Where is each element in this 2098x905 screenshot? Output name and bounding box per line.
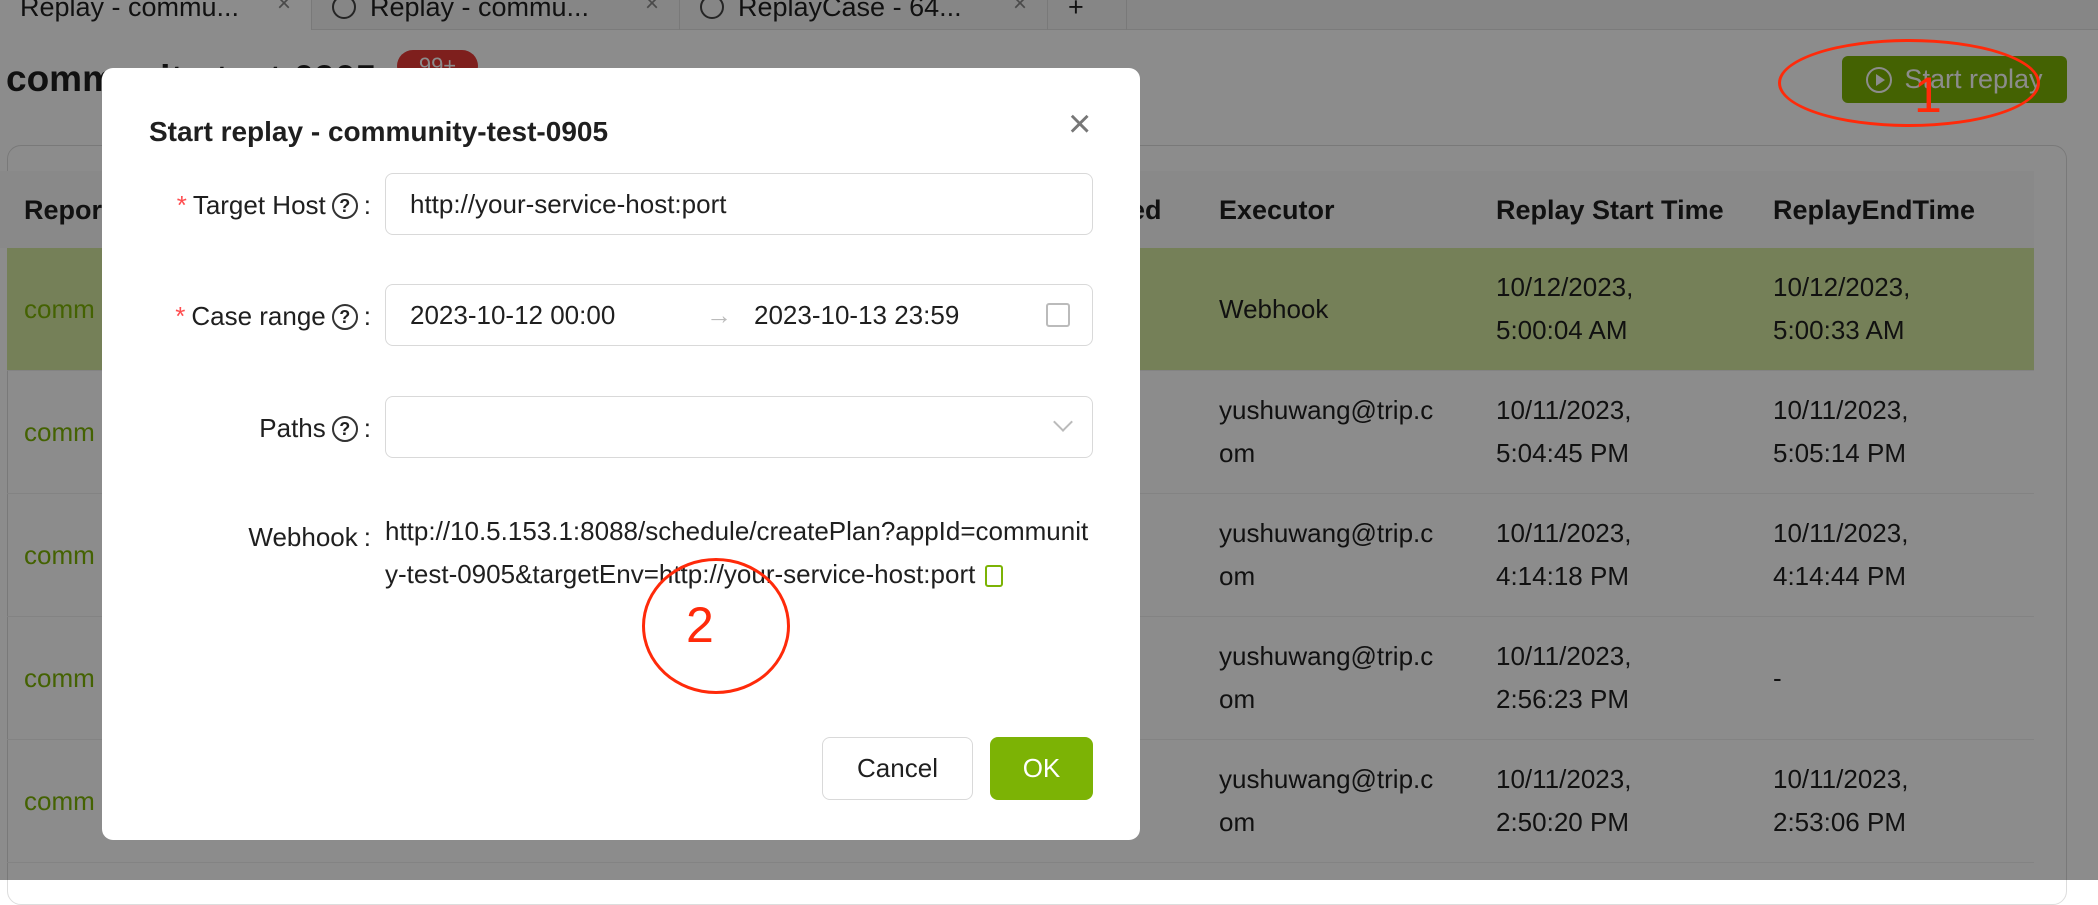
calendar-icon — [1046, 303, 1070, 327]
dialog-title: Start replay - community-test-0905 — [149, 116, 609, 147]
case-range-picker[interactable]: 2023-10-12 00:00 → 2023-10-13 23:59 — [385, 284, 1093, 346]
annotation-circle-1 — [1778, 39, 2040, 127]
colon: : — [363, 413, 371, 443]
cancel-button[interactable]: Cancel — [822, 737, 973, 800]
colon: : — [363, 522, 371, 552]
close-icon[interactable]: × — [1068, 104, 1091, 144]
annotation-label-2: 2 — [686, 597, 714, 653]
input-value: http://your-service-host:port — [410, 188, 727, 219]
copy-icon[interactable] — [985, 565, 1004, 588]
ok-button[interactable]: OK — [990, 737, 1093, 800]
chevron-down-icon — [1053, 412, 1073, 432]
arrow-right-icon: → — [706, 299, 732, 330]
help-icon[interactable]: ? — [331, 303, 358, 330]
target-host-input[interactable]: http://your-service-host:port — [385, 173, 1093, 235]
help-icon[interactable]: ? — [331, 415, 358, 442]
help-icon[interactable]: ? — [331, 192, 358, 219]
paths-select[interactable] — [385, 396, 1093, 458]
label-text: Webhook — [248, 522, 358, 552]
annotation-label-1: 1 — [1914, 67, 1942, 123]
colon: : — [363, 190, 371, 220]
range-end[interactable]: 2023-10-13 23:59 — [754, 300, 959, 331]
paths-label: Paths?: — [259, 413, 371, 444]
target-host-label: * Target Host?: — [177, 190, 371, 221]
annotation-circle-2 — [642, 558, 790, 694]
label-text: Case range — [191, 301, 326, 331]
required-mark: * — [175, 301, 186, 331]
case-range-label: * Case range?: — [175, 301, 371, 332]
required-mark: * — [176, 190, 187, 220]
start-replay-dialog: Start replay - community-test-0905 × * Ta… — [102, 68, 1140, 840]
colon: : — [363, 301, 371, 331]
range-start[interactable]: 2023-10-12 00:00 — [410, 300, 615, 331]
webhook-label: Webhook: — [248, 522, 371, 553]
label-text: Target Host — [192, 190, 326, 220]
label-text: Paths — [259, 413, 326, 443]
